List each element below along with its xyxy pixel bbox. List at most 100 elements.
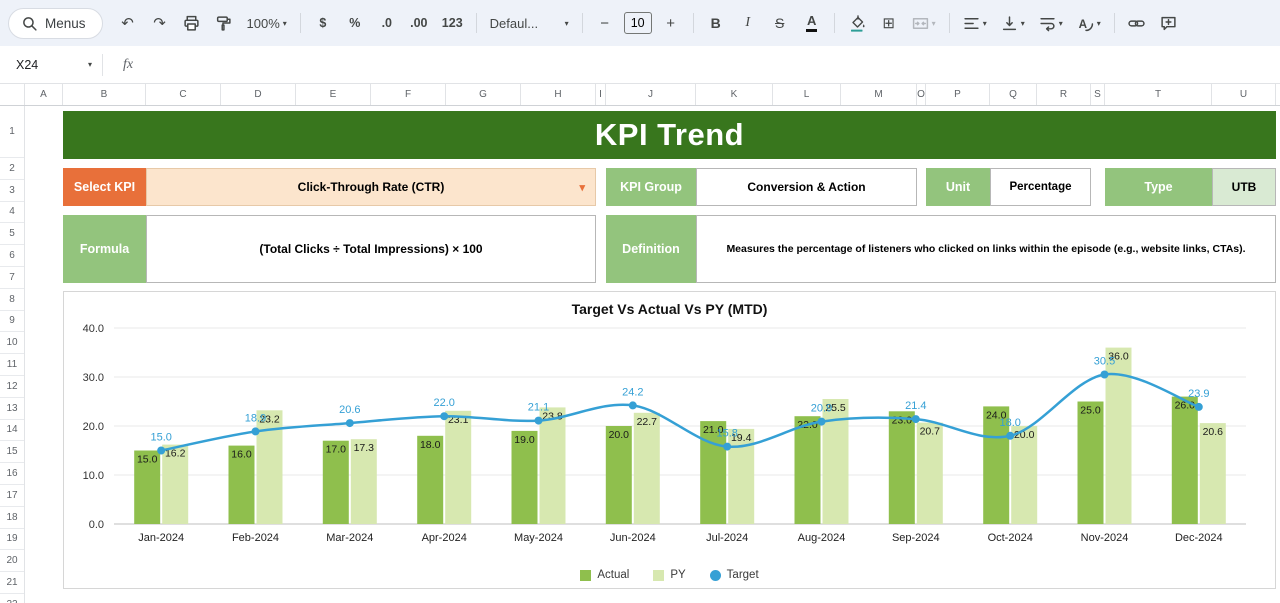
toolbar: Menus ↶ ↷ 100% ▾ $ % .0 .00 123 Defaul..… [0,0,1280,46]
row-header-10[interactable]: 10 [0,332,24,354]
select-all-corner[interactable] [0,84,25,105]
fill-color-button[interactable] [844,9,870,37]
column-header-P[interactable]: P [926,84,990,105]
legend-label: Target [727,569,759,581]
column-header-Q[interactable]: Q [990,84,1037,105]
redo-button[interactable]: ↷ [147,9,173,37]
row-header-9[interactable]: 9 [0,311,24,333]
svg-text:19.0: 19.0 [514,434,535,446]
row-header-1[interactable]: 1 [0,106,24,158]
undo-icon: ↶ [121,16,134,31]
kpi-group-value: Conversion & Action [696,168,917,206]
definition-label: Definition [606,215,696,283]
name-box[interactable]: X24 ▾ [0,58,102,72]
undo-button[interactable]: ↶ [115,9,141,37]
borders-button[interactable]: ⊞ [876,9,902,37]
formula-label: Formula [63,215,146,283]
column-header-M[interactable]: M [841,84,917,105]
column-header-H[interactable]: H [521,84,596,105]
bold-button[interactable]: B [703,9,729,37]
row-header-14[interactable]: 14 [0,420,24,442]
type-label: Type [1105,168,1212,206]
column-header-E[interactable]: E [296,84,371,105]
print-icon [183,15,200,32]
column-header-D[interactable]: D [221,84,296,105]
row-header-12[interactable]: 12 [0,376,24,398]
column-header-A[interactable]: A [25,84,63,105]
svg-text:0.0: 0.0 [89,519,104,531]
font-select[interactable]: Defaul... ▾ [486,9,573,37]
row-header-8[interactable]: 8 [0,289,24,311]
column-header-L[interactable]: L [773,84,841,105]
decrease-decimal-button[interactable]: .0 [374,9,400,37]
svg-text:40.0: 40.0 [83,323,104,335]
menus-button[interactable]: Menus [8,8,103,39]
increase-decimal-button[interactable]: .00 [406,9,432,37]
percent-format-button[interactable]: % [342,9,368,37]
row-header-15[interactable]: 15 [0,441,24,463]
column-header-K[interactable]: K [696,84,773,105]
merge-cells-button[interactable]: ▾ [908,9,940,37]
more-formats-button[interactable]: 123 [438,9,467,37]
column-header-U[interactable]: U [1212,84,1276,105]
italic-button[interactable]: I [735,9,761,37]
svg-text:24.2: 24.2 [622,386,643,398]
vertical-align-button[interactable]: ▾ [997,9,1029,37]
chart-legend: ActualPYTarget [64,569,1275,581]
insert-link-button[interactable] [1124,9,1150,37]
row-header-17[interactable]: 17 [0,485,24,507]
column-header-O[interactable]: O [917,84,926,105]
horizontal-align-button[interactable]: ▾ [959,9,991,37]
toolbar-divider [1114,13,1115,33]
column-header-F[interactable]: F [371,84,446,105]
row-header-19[interactable]: 19 [0,529,24,551]
paint-format-button[interactable] [211,9,237,37]
kpi-dropdown[interactable]: Click-Through Rate (CTR) ▾ [146,168,596,206]
column-header-R[interactable]: R [1037,84,1091,105]
decrease-font-size-button[interactable]: − [592,9,618,37]
row-header-13[interactable]: 13 [0,398,24,420]
currency-format-button[interactable]: $ [310,9,336,37]
text-rotation-button[interactable]: A ▾ [1073,9,1105,37]
italic-icon: I [745,15,750,31]
text-color-button[interactable]: A [799,9,825,37]
chevron-down-icon: ▾ [932,19,936,28]
sheet-canvas[interactable]: KPI Trend Select KPI Click-Through Rate … [25,106,1280,603]
row-header-20[interactable]: 20 [0,550,24,572]
increase-font-size-button[interactable]: + [658,9,684,37]
row-header-3[interactable]: 3 [0,180,24,202]
unit-value: Percentage [990,168,1091,206]
column-header-G[interactable]: G [446,84,521,105]
row-header-18[interactable]: 18 [0,507,24,529]
column-header-T[interactable]: T [1105,84,1212,105]
legend-item-target: Target [710,569,759,581]
column-header-C[interactable]: C [146,84,221,105]
font-size-input[interactable]: 10 [624,12,652,34]
column-header-fill [1276,84,1280,105]
row-header-21[interactable]: 21 [0,572,24,594]
legend-item-py: PY [653,569,685,581]
chart-title: Target Vs Actual Vs PY (MTD) [64,292,1275,317]
row-header-5[interactable]: 5 [0,223,24,245]
column-header-J[interactable]: J [606,84,696,105]
row-header-6[interactable]: 6 [0,245,24,267]
row-header-4[interactable]: 4 [0,202,24,224]
row-header-11[interactable]: 11 [0,354,24,376]
print-button[interactable] [179,9,205,37]
column-header-S[interactable]: S [1091,84,1105,105]
add-comment-button[interactable] [1156,9,1182,37]
column-header-B[interactable]: B [63,84,146,105]
merge-cells-icon [912,15,929,32]
svg-text:18.9: 18.9 [245,412,266,424]
row-header-2[interactable]: 2 [0,158,24,180]
increase-decimal-icon: .00 [410,16,427,30]
strikethrough-button[interactable]: S [767,9,793,37]
column-header-I[interactable]: I [596,84,606,105]
row-header-22[interactable]: 22 [0,594,24,603]
row-header-7[interactable]: 7 [0,267,24,289]
zoom-select[interactable]: 100% ▾ [243,9,291,37]
svg-text:30.0: 30.0 [83,372,104,384]
legend-swatch-py-icon [653,570,664,581]
text-wrap-button[interactable]: ▾ [1035,9,1067,37]
row-header-16[interactable]: 16 [0,463,24,485]
